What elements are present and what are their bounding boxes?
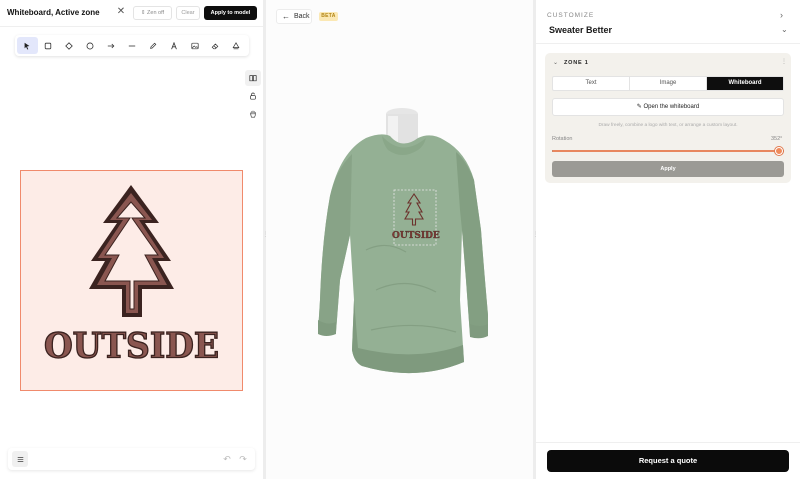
request-quote-button[interactable]: Request a quote <box>547 450 789 472</box>
whiteboard-hint: Draw freely, combine a logo with text, o… <box>598 123 738 128</box>
chevron-down-icon: ⌄ <box>553 60 559 66</box>
pencil-icon: ✎ <box>636 104 642 110</box>
tree-icon <box>89 185 174 317</box>
rotation-slider[interactable] <box>552 147 784 155</box>
open-whiteboard-label: Open the whiteboard <box>643 104 700 110</box>
diamond-tool[interactable] <box>59 37 80 54</box>
shapes-tool[interactable] <box>226 37 247 54</box>
customize-panel: CUSTOMIZE › Sweater Better ⌄ ⌄ ZONE 1 ⋮ … <box>536 0 800 479</box>
open-whiteboard-button[interactable]: ✎ Open the whiteboard <box>552 98 784 116</box>
zone-label: ZONE 1 <box>564 60 589 66</box>
close-button[interactable]: ✕ <box>116 6 126 18</box>
pointer-icon <box>24 42 30 50</box>
whiteboard-panel: Whiteboard, Active zone ✕ ⇕ Zen off Clea… <box>0 0 263 479</box>
zen-toggle-button[interactable]: ⇕ Zen off <box>133 6 172 20</box>
menu-icon <box>17 456 23 462</box>
select-tool[interactable] <box>17 37 38 54</box>
book-icon <box>249 75 257 82</box>
apply-to-model-button[interactable]: Apply to model <box>204 6 257 20</box>
arrow-icon <box>107 43 115 48</box>
undo-button[interactable]: ↶ <box>222 453 232 465</box>
undo-icon: ↶ <box>223 454 231 464</box>
zone-collapse-button[interactable]: ⌄ <box>553 59 558 66</box>
header-divider <box>0 26 263 27</box>
line-tool[interactable] <box>122 37 143 54</box>
library-button[interactable] <box>245 70 261 86</box>
eraser-icon <box>212 42 219 49</box>
design-canvas[interactable]: OUTSIDE <box>20 170 243 391</box>
square-icon <box>45 42 52 49</box>
ellipse-tool[interactable] <box>80 37 101 54</box>
model-design-text: OUTSIDE <box>392 231 440 241</box>
pencil-icon <box>149 42 157 49</box>
collapse-panel-button[interactable]: › <box>780 10 783 20</box>
rotation-slider-thumb[interactable] <box>774 147 783 155</box>
zone-tabs: Text Image Whiteboard <box>552 76 784 91</box>
canvas-bottom-bar: ↶ ↷ <box>8 448 255 470</box>
more-icon: ⋮ <box>781 59 787 65</box>
close-icon: ✕ <box>116 6 126 17</box>
zone-menu-button[interactable]: ⋮ <box>781 58 787 65</box>
arrow-tool[interactable] <box>101 37 122 54</box>
back-button[interactable]: ← Back <box>276 9 312 24</box>
chevron-down-icon: ⌄ <box>781 25 788 34</box>
tab-image[interactable]: Image <box>630 77 707 90</box>
hand-icon <box>250 110 256 118</box>
canvas-design-text: OUTSIDE <box>43 324 220 366</box>
pan-button[interactable] <box>245 106 261 122</box>
whiteboard-header: Whiteboard, Active zone ✕ ⇕ Zen off Clea… <box>0 0 263 26</box>
zen-label: Zen off <box>147 10 165 16</box>
whiteboard-title: Whiteboard, Active zone <box>7 8 100 17</box>
rotation-slider-fill <box>552 150 779 152</box>
text-tool[interactable] <box>163 37 184 54</box>
text-icon <box>170 41 177 49</box>
chevron-right-icon: › <box>780 10 783 20</box>
menu-button[interactable] <box>12 451 28 467</box>
tab-whiteboard[interactable]: Whiteboard <box>707 77 783 90</box>
zone-card: ⌄ ZONE 1 ⋮ Text Image Whiteboard ✎ Open … <box>545 53 791 183</box>
diamond-icon <box>65 41 73 50</box>
apply-button[interactable]: Apply <box>552 161 784 177</box>
model-viewer: ← Back BETA OUTSIDE <box>266 0 533 479</box>
rotation-value: 352° <box>771 136 783 142</box>
redo-button[interactable]: ↷ <box>238 453 248 465</box>
tab-text[interactable]: Text <box>553 77 630 90</box>
drawing-toolbar <box>15 35 249 56</box>
pencil-tool[interactable] <box>142 37 163 54</box>
product-dropdown[interactable]: ⌄ <box>781 25 788 34</box>
shapes-icon <box>232 41 240 49</box>
section-label: CUSTOMIZE <box>547 12 595 19</box>
beta-badge: BETA <box>319 12 338 21</box>
panel-divider <box>536 43 800 44</box>
clear-button[interactable]: Clear <box>176 6 200 20</box>
product-name[interactable]: Sweater Better <box>549 25 612 35</box>
circle-icon <box>86 42 94 49</box>
sweater-model[interactable] <box>306 100 506 385</box>
back-label: Back <box>294 13 310 20</box>
back-arrow-icon: ← <box>282 12 290 21</box>
redo-icon: ↷ <box>239 454 247 464</box>
app-window: Whiteboard, Active zone ✕ ⇕ Zen off Clea… <box>0 0 800 479</box>
image-tool[interactable] <box>184 37 205 54</box>
rotation-label: Rotation <box>552 136 573 142</box>
rectangle-tool[interactable] <box>38 37 59 54</box>
zen-icon: ⇕ <box>140 10 146 16</box>
footer-divider <box>536 442 800 443</box>
eraser-tool[interactable] <box>205 37 226 54</box>
line-icon <box>128 45 136 46</box>
canvas-side-controls <box>245 70 261 124</box>
lock-button[interactable] <box>245 88 261 104</box>
image-icon <box>190 42 199 49</box>
lock-icon <box>250 92 256 100</box>
